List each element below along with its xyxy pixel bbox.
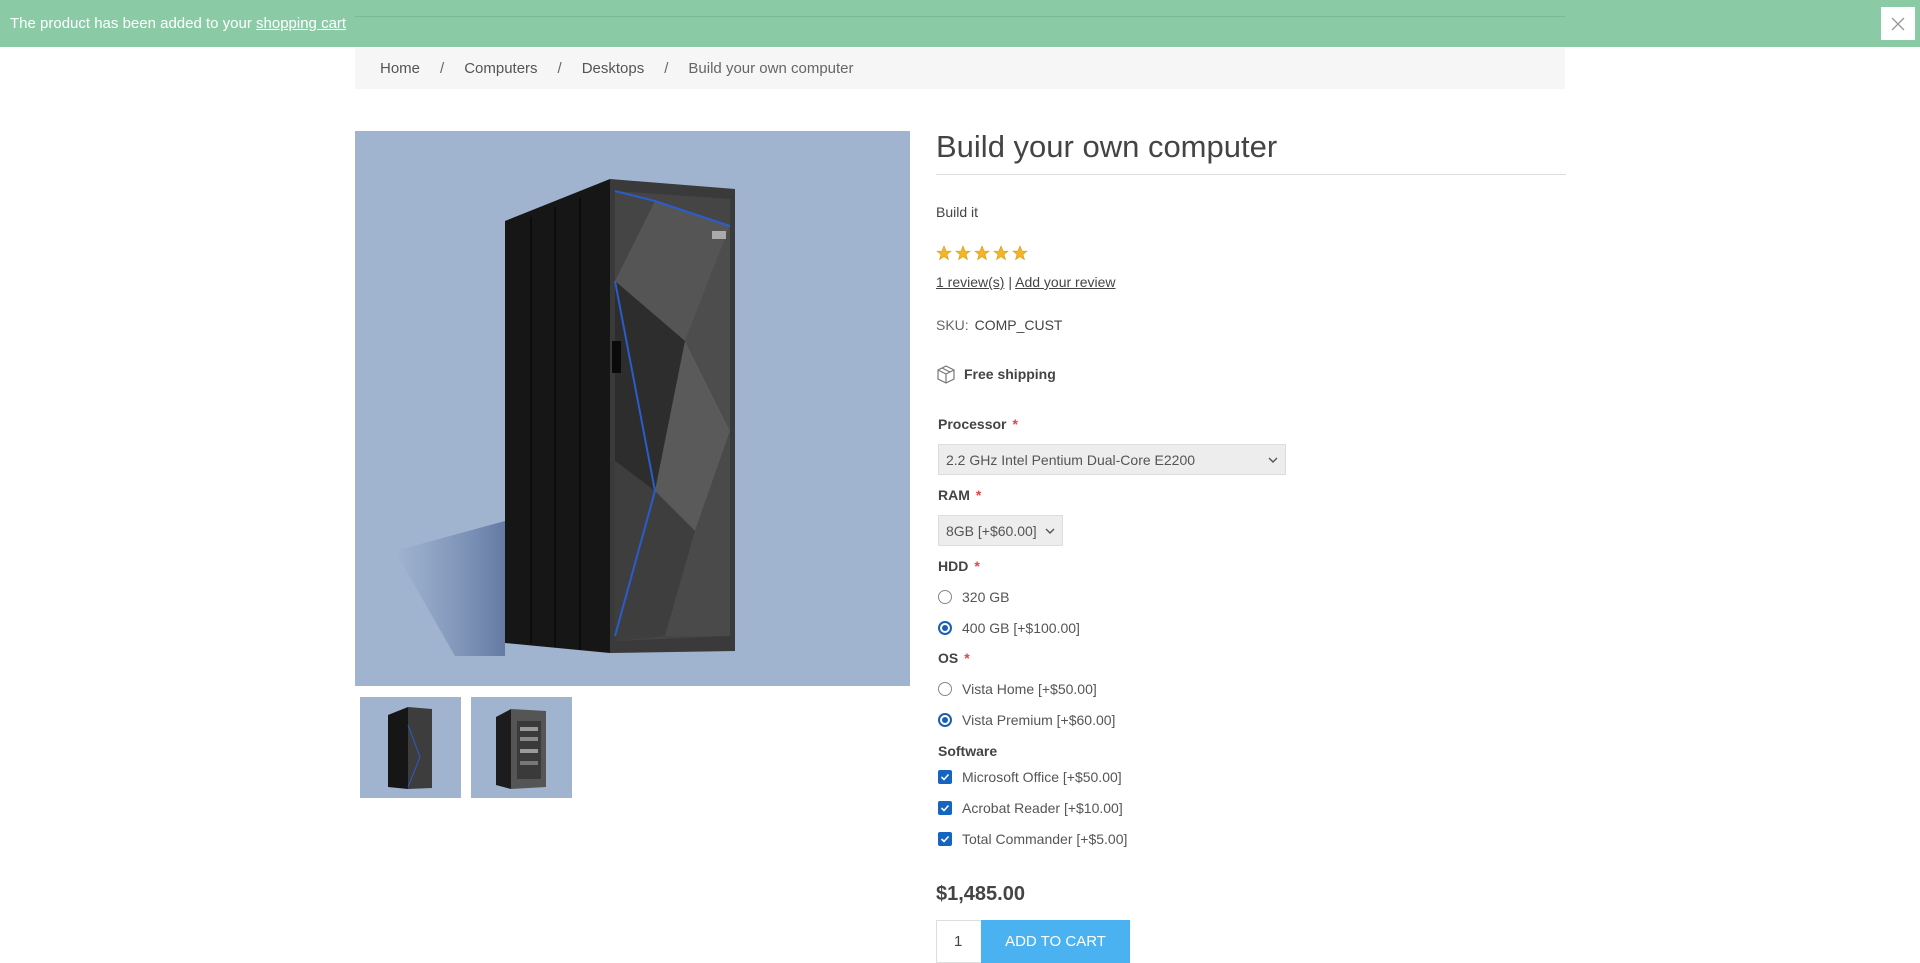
product-title: Build your own computer	[936, 129, 1278, 164]
notification-divider	[355, 16, 1565, 17]
ram-select-value: 8GB [+$60.00]	[946, 522, 1037, 539]
required-marker: *	[974, 558, 980, 574]
required-marker: *	[964, 650, 970, 666]
breadcrumb-separator: /	[557, 60, 562, 77]
review-links: 1 review(s) | Add your review	[936, 274, 1116, 290]
product-main-image[interactable]	[355, 131, 910, 686]
required-marker: *	[1012, 416, 1018, 432]
software-option-total-commander[interactable]: Total Commander [+$5.00]	[938, 831, 1127, 847]
add-review-link[interactable]: Add your review	[1015, 274, 1115, 290]
chevron-down-icon	[1045, 528, 1055, 534]
thumbnail-front[interactable]	[360, 697, 461, 798]
server-tower-image	[395, 179, 735, 656]
notification-message: The product has been added to your shopp…	[10, 15, 347, 32]
software-option-label: Total Commander [+$5.00]	[962, 831, 1128, 847]
sku-value: COMP_CUST	[974, 317, 1063, 333]
thumbnail-open-image	[496, 709, 546, 789]
shipping-label: Free shipping	[964, 366, 1056, 382]
short-description: Build it	[936, 204, 979, 220]
chevron-down-icon	[1268, 457, 1278, 463]
review-divider: |	[1008, 274, 1012, 290]
software-option-label: Microsoft Office [+$50.00]	[962, 769, 1122, 785]
title-divider	[936, 174, 1566, 175]
breadcrumb-home[interactable]: Home	[380, 60, 420, 77]
os-option-vista-premium[interactable]: Vista Premium [+$60.00]	[938, 712, 1115, 728]
os-option-label: Vista Premium [+$60.00]	[962, 712, 1116, 728]
notification-bar: The product has been added to your shopp…	[0, 0, 1920, 47]
star-icon	[936, 245, 952, 261]
os-option-label: Vista Home [+$50.00]	[962, 681, 1097, 697]
close-icon	[1891, 17, 1905, 30]
required-marker: *	[975, 487, 982, 503]
star-icon	[993, 245, 1009, 261]
rating-stars	[936, 245, 1028, 261]
software-checkbox-total-commander[interactable]	[938, 832, 952, 846]
breadcrumb-current: Build your own computer	[688, 60, 854, 77]
hdd-radio-400[interactable]	[938, 621, 952, 635]
reviews-count-link[interactable]: 1 review(s)	[936, 274, 1004, 290]
hdd-option-label: 400 GB [+$100.00]	[962, 620, 1080, 636]
hdd-option-400[interactable]: 400 GB [+$100.00]	[938, 620, 1080, 636]
ram-select[interactable]: 8GB [+$60.00]	[938, 515, 1063, 546]
processor-select[interactable]: 2.2 GHz Intel Pentium Dual-Core E2200	[938, 444, 1286, 475]
breadcrumb: Home / Computers / Desktops / Build your…	[355, 48, 1565, 89]
star-icon	[1012, 245, 1028, 261]
quantity-input[interactable]: 1	[936, 920, 982, 963]
star-icon	[974, 245, 990, 261]
processor-select-value: 2.2 GHz Intel Pentium Dual-Core E2200	[946, 451, 1196, 468]
thumbnail-open[interactable]	[471, 697, 572, 798]
hdd-option-320[interactable]: 320 GB	[938, 589, 1009, 605]
package-icon	[937, 365, 955, 384]
hdd-radio-320[interactable]	[938, 590, 952, 604]
breadcrumb-computers[interactable]: Computers	[464, 60, 537, 77]
free-shipping: Free shipping	[936, 364, 1056, 384]
breadcrumb-separator: /	[440, 60, 445, 77]
shopping-cart-link[interactable]: shopping cart	[256, 15, 346, 32]
checkmark-icon	[940, 835, 950, 843]
checkmark-icon	[940, 773, 950, 781]
software-checkbox-office[interactable]	[938, 770, 952, 784]
checkmark-icon	[940, 804, 950, 812]
close-notification-button[interactable]	[1881, 7, 1915, 40]
software-label: Software	[938, 743, 998, 759]
thumbnail-front-image	[388, 707, 432, 789]
software-option-acrobat[interactable]: Acrobat Reader [+$10.00]	[938, 800, 1123, 816]
sku-label: SKU:	[936, 317, 969, 333]
hdd-label: HDD *	[938, 558, 980, 574]
os-radio-vista-premium[interactable]	[938, 713, 952, 727]
star-icon	[955, 245, 971, 261]
os-option-vista-home[interactable]: Vista Home [+$50.00]	[938, 681, 1097, 697]
add-to-cart-button[interactable]: ADD TO CART	[981, 920, 1130, 963]
product-price: $1,485.00	[936, 883, 1025, 905]
processor-label: Processor *	[938, 416, 1018, 432]
os-label: OS *	[938, 650, 970, 666]
hdd-option-label: 320 GB	[962, 589, 1010, 605]
software-option-label: Acrobat Reader [+$10.00]	[962, 800, 1123, 816]
ram-label: RAM *	[938, 487, 982, 503]
os-radio-vista-home[interactable]	[938, 682, 952, 696]
breadcrumb-separator: /	[664, 60, 669, 77]
software-option-office[interactable]: Microsoft Office [+$50.00]	[938, 769, 1122, 785]
breadcrumb-desktops[interactable]: Desktops	[582, 60, 645, 77]
sku: SKU: COMP_CUST	[936, 317, 1062, 333]
software-checkbox-acrobat[interactable]	[938, 801, 952, 815]
